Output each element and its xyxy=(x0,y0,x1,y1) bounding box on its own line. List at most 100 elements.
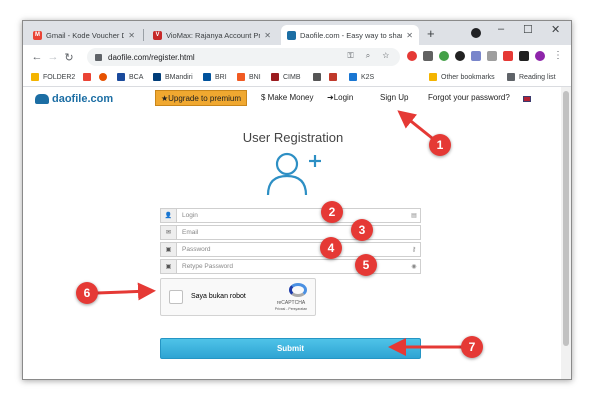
bookmark-item[interactable] xyxy=(329,73,341,81)
viomax-icon: V xyxy=(153,30,162,40)
email-input[interactable] xyxy=(177,226,420,239)
puzzle-icon[interactable] xyxy=(519,51,529,61)
recaptcha-checkbox[interactable] xyxy=(169,290,183,304)
page-content: daofile.com ★Upgrade to premium $ Make M… xyxy=(23,87,563,379)
bookmark-label: BCA xyxy=(129,73,144,81)
bookmark-item[interactable]: BNI xyxy=(237,73,261,81)
password-input[interactable] xyxy=(177,243,408,256)
recaptcha-label: Saya bukan robot xyxy=(191,293,246,300)
bank-icon xyxy=(117,73,125,81)
scrollbar[interactable] xyxy=(561,87,571,379)
close-tab-icon[interactable]: ✕ xyxy=(264,31,271,40)
menu-dots-icon[interactable]: ⋮ xyxy=(553,51,563,61)
bookmark-label: FOLDER2 xyxy=(43,73,76,81)
card-icon: ▤ xyxy=(411,213,417,219)
submit-button[interactable]: Submit xyxy=(160,338,421,359)
bookmark-item[interactable] xyxy=(99,73,111,81)
bookmark-icon xyxy=(313,73,321,81)
bank-icon xyxy=(203,73,211,81)
make-money-link[interactable]: $ Make Money xyxy=(261,93,313,102)
tab-title: Gmail - Kode Voucher DAOFILE xyxy=(46,30,124,40)
extension-icon[interactable] xyxy=(487,51,497,61)
lock-icon xyxy=(95,53,102,61)
extension-icon[interactable] xyxy=(439,51,449,61)
bookmark-item[interactable]: FOLDER2 xyxy=(31,73,75,81)
login-input[interactable] xyxy=(177,209,408,222)
annotation-badge-3: 3 xyxy=(351,219,373,241)
scrollbar-thumb[interactable] xyxy=(563,91,569,346)
close-window-button[interactable]: ✕ xyxy=(551,23,560,36)
eye-icon[interactable]: ◉ xyxy=(408,263,420,270)
email-field[interactable]: ✉ xyxy=(160,225,421,240)
gmail-icon xyxy=(83,73,91,81)
extension-icon[interactable] xyxy=(423,51,433,61)
bookmark-item[interactable]: BCA xyxy=(117,73,143,81)
annotation-badge-4: 4 xyxy=(320,237,342,259)
annotation-badge-2: 2 xyxy=(321,201,343,223)
browser-window: M Gmail - Kode Voucher DAOFILE ✕ V VioMa… xyxy=(22,20,572,380)
extension-icon[interactable] xyxy=(455,51,465,61)
site-navbar: daofile.com ★Upgrade to premium $ Make M… xyxy=(23,87,563,111)
bookmark-label: CIMB xyxy=(283,73,301,81)
recaptcha-logo-icon xyxy=(289,283,307,297)
bookmark-item[interactable] xyxy=(83,73,95,81)
bookmark-label: Other bookmarks xyxy=(441,73,495,81)
avatar[interactable] xyxy=(535,51,545,61)
site-logo[interactable]: daofile.com xyxy=(35,93,113,105)
bookmark-item[interactable]: Other bookmarks xyxy=(429,73,495,81)
bookmarks-bar: FOLDER2 BCA BMandiri BRI BNI CIMB K2S Ot… xyxy=(23,69,571,87)
bookmark-icon xyxy=(329,73,337,81)
recaptcha-terms-link[interactable]: Privasi - Persyaratan xyxy=(271,307,311,311)
lock-icon: ▣ xyxy=(161,260,177,273)
new-tab-button[interactable]: + xyxy=(427,26,435,41)
shield-icon[interactable] xyxy=(471,51,481,61)
forward-arrow-icon[interactable]: → xyxy=(45,51,61,63)
tab-strip: M Gmail - Kode Voucher DAOFILE ✕ V VioMa… xyxy=(23,21,571,45)
forgot-password-link[interactable]: Forgot your password? xyxy=(428,93,510,102)
address-bar-icons[interactable]: ⚿ ⌕ ☆ xyxy=(347,51,394,61)
folder-icon xyxy=(429,73,437,81)
upgrade-premium-button[interactable]: ★Upgrade to premium xyxy=(155,90,247,106)
gmail-extension-icon[interactable] xyxy=(503,51,513,61)
bookmark-item[interactable]: Reading list xyxy=(507,73,556,81)
minimize-button[interactable]: – xyxy=(498,23,504,35)
reload-icon[interactable]: ↻ xyxy=(61,51,77,64)
login-field[interactable]: 👤 ▤ xyxy=(160,208,421,223)
close-tab-icon[interactable]: ✕ xyxy=(128,31,135,40)
back-arrow-icon[interactable]: ← xyxy=(29,51,45,63)
bookmark-item[interactable]: K2S xyxy=(349,73,374,81)
maximize-button[interactable]: ☐ xyxy=(523,23,533,36)
tab-daofile[interactable]: Daofile.com - Easy way to share ✕ xyxy=(281,25,419,45)
bank-icon xyxy=(153,73,161,81)
signup-link[interactable]: Sign Up xyxy=(380,93,408,102)
tab-title: VioMax: Rajanya Account Pro xyxy=(166,30,261,40)
password-field[interactable]: ▣ ⚷ xyxy=(160,242,421,257)
bookmark-item[interactable]: CIMB xyxy=(271,73,301,81)
retype-password-field[interactable]: ▣ ◉ xyxy=(160,259,421,274)
address-bar[interactable]: daofile.com/register.html ⚿ ⌕ ☆ xyxy=(87,48,400,66)
url-text: daofile.com/register.html xyxy=(108,52,195,62)
adblock-extension-icon[interactable] xyxy=(407,51,417,61)
tab-separator xyxy=(143,29,144,41)
key-icon[interactable]: ⚷ xyxy=(408,246,420,253)
user-icon: 👤 xyxy=(161,209,177,222)
envelope-icon: ✉ xyxy=(161,226,177,239)
bookmark-item[interactable]: BRI xyxy=(203,73,227,81)
tab-gmail[interactable]: M Gmail - Kode Voucher DAOFILE ✕ xyxy=(27,25,141,45)
bank-icon xyxy=(271,73,279,81)
close-tab-icon[interactable]: ✕ xyxy=(406,31,413,40)
tab-viomax[interactable]: V VioMax: Rajanya Account Pro ✕ xyxy=(147,25,277,45)
recaptcha-widget: Saya bukan robot reCAPTCHA Privasi - Per… xyxy=(160,278,316,316)
bookmark-item[interactable]: BMandiri xyxy=(153,73,193,81)
bookmark-item[interactable] xyxy=(313,73,325,81)
tab-search-icon[interactable] xyxy=(471,28,481,38)
bookmark-label: K2S xyxy=(361,73,375,81)
login-link[interactable]: ➜Login xyxy=(327,93,353,102)
gmail-icon: M xyxy=(33,30,42,40)
add-user-icon xyxy=(266,152,321,196)
logo-text: daofile.com xyxy=(52,93,114,105)
bookmark-label: BRI xyxy=(215,73,227,81)
cloud-icon xyxy=(287,30,296,40)
recaptcha-brand: reCAPTCHA xyxy=(276,300,306,306)
us-flag-icon[interactable] xyxy=(523,96,531,102)
